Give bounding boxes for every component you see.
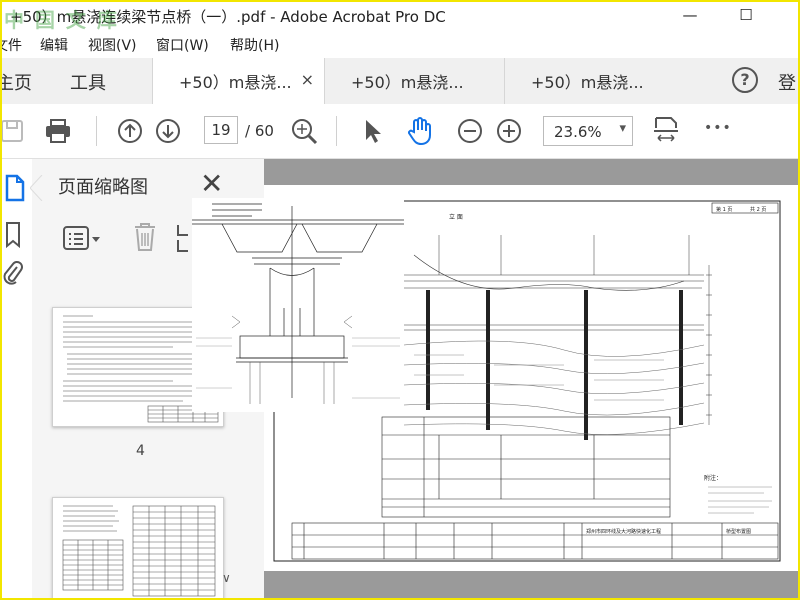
- document-tab-active[interactable]: +50）m悬浇... ×: [152, 58, 324, 104]
- panel-title: 页面缩略图: [58, 177, 148, 198]
- menu-edit[interactable]: 编辑: [40, 35, 68, 55]
- page-total: / 60: [245, 122, 274, 140]
- save-icon[interactable]: [2, 117, 26, 145]
- title-bar: +50）m悬浇连续梁节点桥（一）.pdf - Adobe Acrobat Pro…: [2, 2, 798, 32]
- notes-title: 附注：: [704, 474, 722, 482]
- close-panel-icon[interactable]: ✕: [200, 167, 223, 200]
- thumbnail-options-icon[interactable]: [62, 223, 102, 257]
- drawing-name: 桥型布置图: [726, 528, 751, 535]
- page-thumbnails-icon[interactable]: [4, 173, 26, 207]
- watermark-logo: 中 国 文 库: [4, 8, 119, 32]
- menu-view[interactable]: 视图(V): [88, 35, 137, 55]
- acrobat-window: +50）m悬浇连续梁节点桥（一）.pdf - Adobe Acrobat Pro…: [0, 0, 800, 600]
- sheet-number: 第 1 页: [716, 206, 732, 213]
- previous-page-icon[interactable]: [116, 117, 144, 145]
- bookmark-icon[interactable]: [4, 221, 24, 253]
- help-icon[interactable]: ?: [732, 67, 758, 93]
- fit-page-icon[interactable]: [652, 117, 680, 145]
- document-tab-label: +50）m悬浇...: [531, 73, 644, 92]
- page-number-input[interactable]: 19: [204, 116, 238, 144]
- menu-bar: 文件 编辑 视图(V) 窗口(W) 帮助(H): [2, 32, 798, 58]
- attachment-icon[interactable]: [2, 259, 24, 293]
- next-page-icon[interactable]: [154, 117, 182, 145]
- menu-file[interactable]: 文件: [2, 35, 22, 55]
- scroll-down-icon[interactable]: ∨: [222, 571, 231, 585]
- delete-page-icon[interactable]: [132, 221, 158, 257]
- tab-home[interactable]: 主页: [2, 69, 32, 95]
- hand-tool-icon[interactable]: [406, 117, 434, 146]
- project-name: 郑州市四环线及大河路快速化工程: [586, 528, 661, 535]
- menu-window[interactable]: 窗口(W): [156, 35, 209, 55]
- menu-help[interactable]: 帮助(H): [230, 35, 279, 55]
- select-cursor-icon[interactable]: [358, 117, 386, 145]
- elevation-title: 立 面: [449, 213, 463, 221]
- minimize-button[interactable]: —: [670, 4, 710, 26]
- zoom-value: 23.6%: [554, 123, 602, 141]
- navigation-rail: [2, 159, 33, 598]
- cross-section-drawing: [192, 198, 404, 412]
- more-tools-icon[interactable]: •••: [704, 120, 732, 136]
- document-tab-label: +50）m悬浇...: [351, 73, 464, 92]
- sheet-total: 共 2 页: [750, 206, 766, 213]
- thumbnail-page-number: 4: [136, 443, 145, 459]
- zoom-out-icon[interactable]: [456, 117, 484, 145]
- page-thumbnail[interactable]: [52, 497, 224, 598]
- chevron-down-icon: ▾: [619, 121, 626, 136]
- close-tab-icon[interactable]: ×: [301, 70, 314, 89]
- print-icon[interactable]: [44, 117, 72, 145]
- tab-bar: 主页 工具 +50）m悬浇... × +50）m悬浇... +50）m悬浇...…: [2, 58, 798, 105]
- tab-tools[interactable]: 工具: [70, 69, 106, 95]
- zoom-in-icon[interactable]: [495, 117, 523, 145]
- toolbar: 19 / 60 23.6% ▾ •••: [2, 104, 798, 159]
- document-tab-label: +50）m悬浇...: [179, 73, 292, 92]
- zoom-search-icon[interactable]: [290, 117, 318, 145]
- document-tab[interactable]: +50）m悬浇...: [504, 58, 684, 104]
- sign-in-link[interactable]: 登: [778, 69, 796, 95]
- zoom-level-select[interactable]: 23.6% ▾: [543, 116, 633, 146]
- document-tab[interactable]: +50）m悬浇...: [324, 58, 504, 104]
- panel-pointer-icon: [30, 175, 43, 201]
- maximize-button[interactable]: ☐: [726, 4, 766, 26]
